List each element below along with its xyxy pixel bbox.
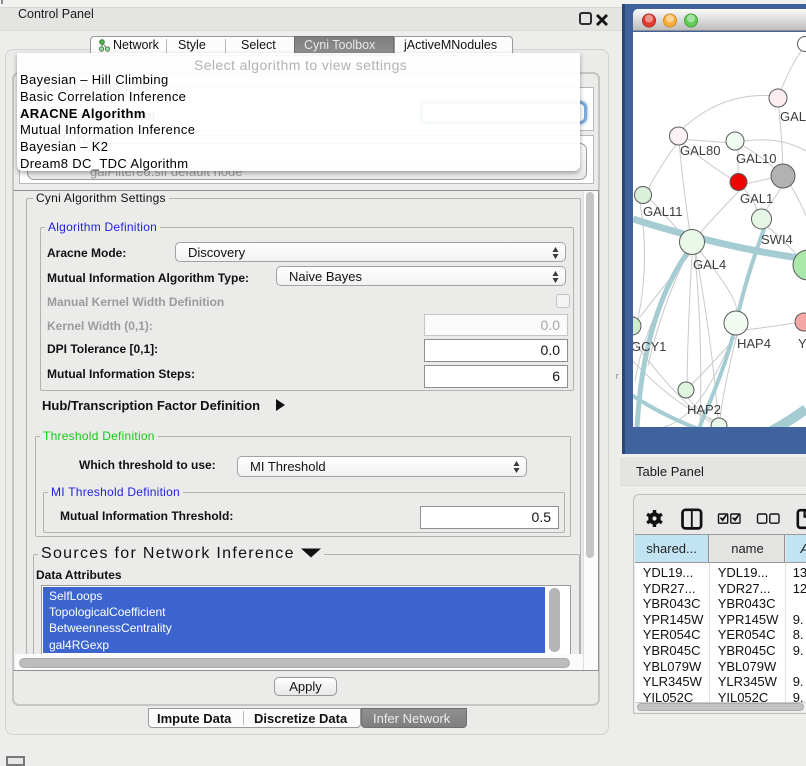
svg-text:GCY1: GCY1 — [633, 339, 666, 354]
svg-text:GAL80: GAL80 — [680, 143, 720, 158]
svg-text:GAL1: GAL1 — [740, 191, 773, 206]
svg-text:GAL11: GAL11 — [643, 204, 683, 219]
svg-text:GAL10: GAL10 — [736, 151, 776, 166]
svg-text:YM: YM — [798, 336, 806, 351]
svg-text:HAP2: HAP2 — [687, 402, 721, 417]
svg-text:HAP4: HAP4 — [737, 336, 771, 351]
svg-text:GAL7: GAL7 — [780, 109, 806, 124]
svg-text:SWI4: SWI4 — [761, 232, 793, 247]
svg-text:GAL4: GAL4 — [693, 257, 726, 272]
